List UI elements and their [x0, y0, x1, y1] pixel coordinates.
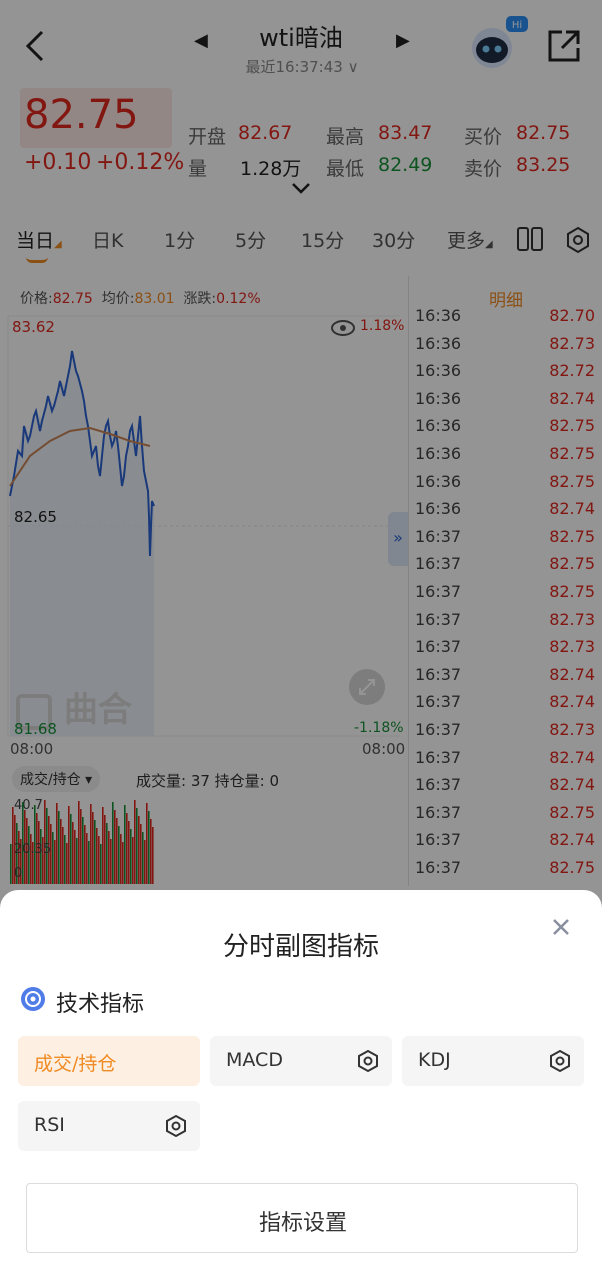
indicator-option-rsi[interactable]: RSI [18, 1101, 200, 1151]
indicator-option-volume[interactable]: 成交/持仓 [18, 1036, 200, 1086]
indicator-option-label: 成交/持仓 [34, 1053, 117, 1075]
close-icon[interactable] [552, 918, 570, 936]
indicator-option-kdj[interactable]: KDJ [402, 1036, 584, 1086]
quote-page: ◀ wti暗油 最近16:37:43 ∨ ▶ Hi 82.75 +0.10 +0… [0, 0, 602, 1279]
gear-icon[interactable] [164, 1114, 188, 1138]
indicator-option-label: RSI [34, 1114, 65, 1136]
indicator-settings-label: 指标设置 [258, 1211, 347, 1236]
gear-icon[interactable] [548, 1049, 572, 1073]
sheet-title: 分时副图指标 [222, 932, 379, 962]
section-title: 技术指标 [56, 992, 145, 1017]
indicator-settings-button[interactable]: 指标设置 [26, 1183, 578, 1253]
indicator-sheet: 分时副图指标 技术指标 成交/持仓 MACD KDJ RSI 指标设置 [0, 890, 602, 1279]
target-icon [21, 987, 45, 1011]
indicator-option-label: KDJ [418, 1049, 451, 1071]
indicator-option-macd[interactable]: MACD [210, 1036, 392, 1086]
indicator-option-label: MACD [226, 1049, 283, 1071]
gear-icon[interactable] [356, 1049, 380, 1073]
